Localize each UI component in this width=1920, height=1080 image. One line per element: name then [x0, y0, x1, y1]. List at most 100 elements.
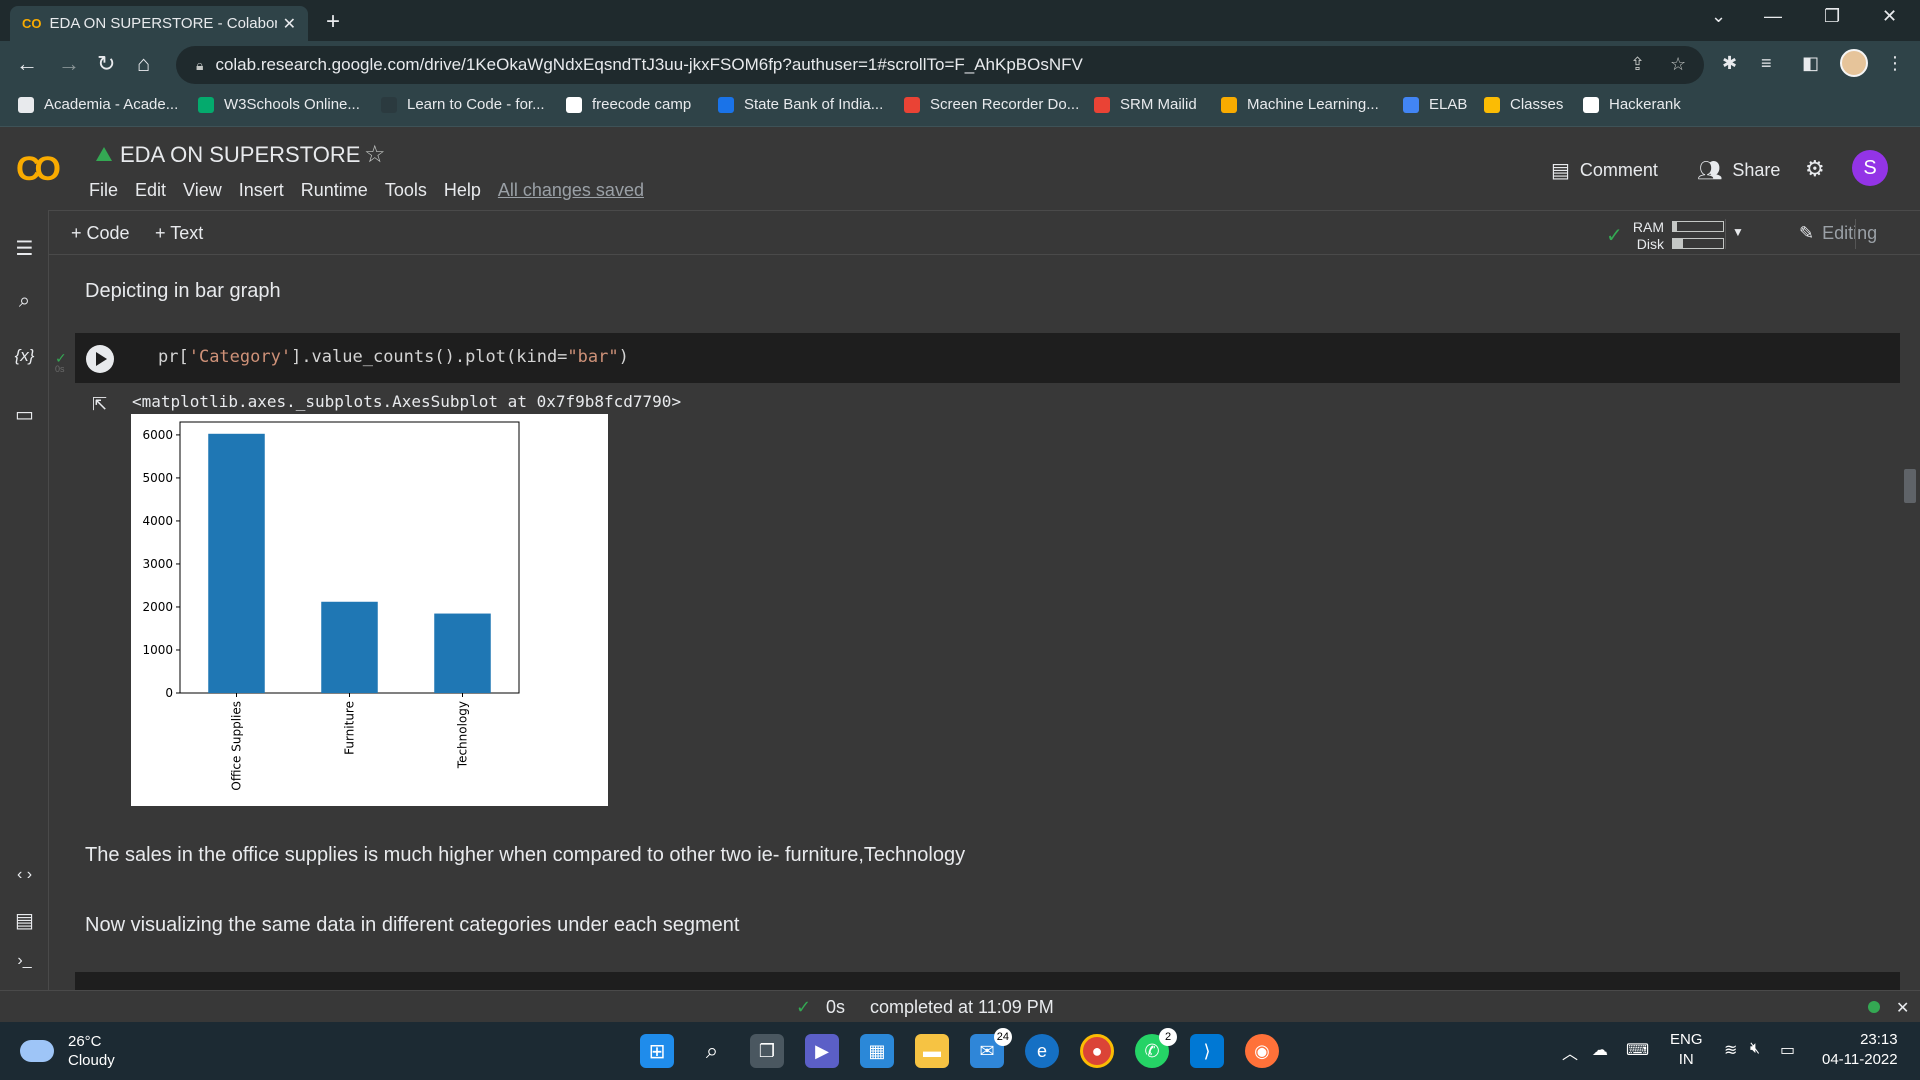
reload-icon[interactable]: ↻ — [97, 51, 115, 77]
search-icon[interactable]: ⌕ — [0, 290, 49, 313]
menu-insert[interactable]: Insert — [239, 180, 284, 201]
back-icon[interactable]: ← — [16, 51, 38, 77]
whatsapp-icon[interactable]: ✆ 2 — [1135, 1028, 1177, 1068]
wifi-icon[interactable]: ≋ — [1724, 1040, 1737, 1060]
keyboard-icon[interactable]: ⌨ — [1626, 1040, 1649, 1060]
lock-icon[interactable]: 🔒︎ — [196, 57, 203, 74]
files-folder-icon[interactable]: ▭ — [0, 402, 49, 427]
star-notebook-icon[interactable]: ☆ — [364, 140, 386, 169]
run-cell-button[interactable] — [86, 345, 114, 373]
bookmark-item[interactable]: ELAB — [1403, 96, 1467, 113]
bookmark-item[interactable]: Screen Recorder Do... — [904, 96, 1079, 113]
microsoft-store-icon[interactable]: ▦ — [860, 1034, 894, 1068]
bookmark-item[interactable]: W3Schools Online... — [198, 96, 360, 113]
extensions-icon[interactable]: ✱ — [1722, 53, 1737, 74]
notebook-title[interactable]: EDA ON SUPERSTORE — [96, 142, 360, 168]
browser-profile-avatar[interactable] — [1840, 49, 1868, 77]
bookmark-item[interactable]: Learn to Code - for... — [381, 96, 545, 113]
user-avatar[interactable]: S — [1852, 150, 1888, 186]
menu-edit[interactable]: Edit — [135, 180, 166, 201]
share-page-icon[interactable]: ⇪ — [1630, 54, 1645, 75]
bookmark-label: Learn to Code - for... — [407, 96, 545, 113]
resources-dropdown-icon[interactable]: ▼ — [1732, 225, 1744, 239]
cell-output-text: <matplotlib.axes._subplots.AxesSubplot a… — [132, 392, 682, 411]
save-status[interactable]: All changes saved — [498, 180, 644, 201]
y-tick-label: 2000 — [142, 600, 173, 614]
menu-file[interactable]: File — [89, 180, 118, 201]
menu-view[interactable]: View — [183, 180, 222, 201]
mail-icon[interactable]: ✉ 24 — [970, 1028, 1012, 1068]
bookmark-item[interactable]: State Bank of India... — [718, 96, 883, 113]
output-options-icon[interactable]: ⇱ — [92, 394, 107, 415]
editing-mode-button[interactable]: ✎ Editing — [1799, 223, 1877, 244]
bookmark-star-icon[interactable]: ☆ — [1670, 54, 1686, 75]
side-panel-icon[interactable]: ◧ — [1802, 53, 1819, 74]
edge-browser-icon[interactable]: e — [1025, 1034, 1059, 1068]
file-explorer-icon[interactable]: ▬ — [915, 1034, 949, 1068]
share-button[interactable]: 👥︎ Share — [1697, 158, 1780, 183]
add-text-button[interactable]: + Text — [155, 223, 203, 244]
comment-button[interactable]: ▤ Comment — [1551, 158, 1658, 183]
code-cell[interactable]: pr['Category'].value_counts().plot(kind=… — [75, 333, 1900, 383]
clock-date: 04-11-2022 — [1822, 1051, 1898, 1068]
browser-menu-icon[interactable]: ⋮ — [1886, 53, 1904, 74]
address-bar[interactable]: 🔒︎ colab.research.google.com/drive/1KeOk… — [176, 46, 1704, 84]
settings-gear-icon[interactable]: ⚙ — [1805, 156, 1825, 182]
bookmark-item[interactable]: freecode camp — [566, 96, 691, 113]
onedrive-cloud-icon[interactable]: ☁ — [1592, 1040, 1608, 1060]
markdown-cell-conclusion[interactable]: The sales in the office supplies is much… — [85, 844, 965, 867]
taskbar-search-icon[interactable]: ⌕ — [695, 1034, 729, 1068]
minimize-icon[interactable]: — — [1764, 6, 1782, 27]
battery-icon[interactable]: ▭ — [1780, 1040, 1795, 1060]
variables-icon[interactable]: {x} — [0, 346, 49, 366]
next-code-cell[interactable] — [75, 972, 1900, 990]
status-completed-text[interactable]: completed at 11:09 PM — [870, 997, 1054, 1018]
colab-logo[interactable]: CO — [16, 150, 61, 189]
weather-widget[interactable]: 26°C Cloudy — [20, 1032, 115, 1070]
status-close-icon[interactable]: ✕ — [1896, 998, 1909, 1018]
add-code-button[interactable]: + Code — [71, 223, 130, 244]
chrome-browser-icon[interactable]: ● — [1080, 1034, 1114, 1068]
system-clock[interactable]: 23:13 04-11-2022 — [1822, 1030, 1898, 1070]
home-icon[interactable]: ⌂ — [137, 51, 150, 77]
bookmark-item[interactable]: Hackerank — [1583, 96, 1681, 113]
show-hidden-icons-icon[interactable]: ︿ — [1562, 1040, 1578, 1064]
language-indicator[interactable]: ENG IN — [1670, 1030, 1703, 1070]
markdown-cell-heading[interactable]: Depicting in bar graph — [85, 280, 281, 303]
freecodecamp-icon — [381, 96, 397, 113]
tab-search-icon[interactable]: ⌄ — [1711, 6, 1726, 27]
bookmark-item[interactable]: Machine Learning... — [1221, 96, 1379, 113]
code-editor[interactable]: pr['Category'].value_counts().plot(kind=… — [158, 347, 629, 367]
scrollbar-thumb[interactable] — [1904, 469, 1916, 503]
restore-icon[interactable]: ❐ — [1824, 6, 1840, 27]
table-of-contents-icon[interactable]: ☰ — [0, 236, 49, 261]
code-token: ) — [618, 347, 629, 367]
menu-help[interactable]: Help — [444, 180, 481, 201]
y-tick-label: 0 — [165, 686, 173, 700]
bookmark-item[interactable]: Academia - Acade... — [18, 96, 178, 113]
forward-icon[interactable]: → — [58, 51, 80, 77]
menu-tools[interactable]: Tools — [385, 180, 427, 201]
task-view-icon[interactable]: ❐ — [750, 1034, 784, 1068]
browser-tab[interactable]: CO EDA ON SUPERSTORE - Colaboratory ✕ — [10, 6, 308, 41]
new-tab-icon[interactable]: + — [326, 8, 340, 36]
editing-label: Editing — [1822, 223, 1878, 243]
menu-runtime[interactable]: Runtime — [301, 180, 368, 201]
notebook-name[interactable]: EDA ON SUPERSTORE — [120, 142, 360, 168]
tab-close-icon[interactable]: ✕ — [283, 14, 296, 34]
bookmark-item[interactable]: SRM Mailid — [1094, 96, 1197, 113]
volume-muted-icon[interactable]: 🔇︎ — [1750, 1040, 1760, 1058]
code-snippets-icon[interactable]: ‹ › — [0, 866, 49, 884]
markdown-cell-next[interactable]: Now visualizing the same data in differe… — [85, 914, 739, 937]
close-window-icon[interactable]: ✕ — [1882, 6, 1897, 27]
x-tick-label: Technology — [456, 701, 470, 769]
terminal-icon[interactable]: ›_ — [0, 952, 49, 970]
vscode-icon[interactable]: ⟩ — [1190, 1034, 1224, 1068]
media-control-icon[interactable]: ≡ — [1761, 53, 1772, 74]
url-text[interactable]: colab.research.google.com/drive/1KeOkaWg… — [215, 55, 1082, 75]
teams-chat-icon[interactable]: ▶ — [805, 1034, 839, 1068]
firefox-icon[interactable]: ◉ — [1245, 1034, 1279, 1068]
command-palette-icon[interactable]: ▤ — [0, 908, 49, 933]
bookmark-item[interactable]: Classes — [1484, 96, 1563, 113]
windows-start-icon[interactable]: ⊞ — [640, 1034, 674, 1068]
